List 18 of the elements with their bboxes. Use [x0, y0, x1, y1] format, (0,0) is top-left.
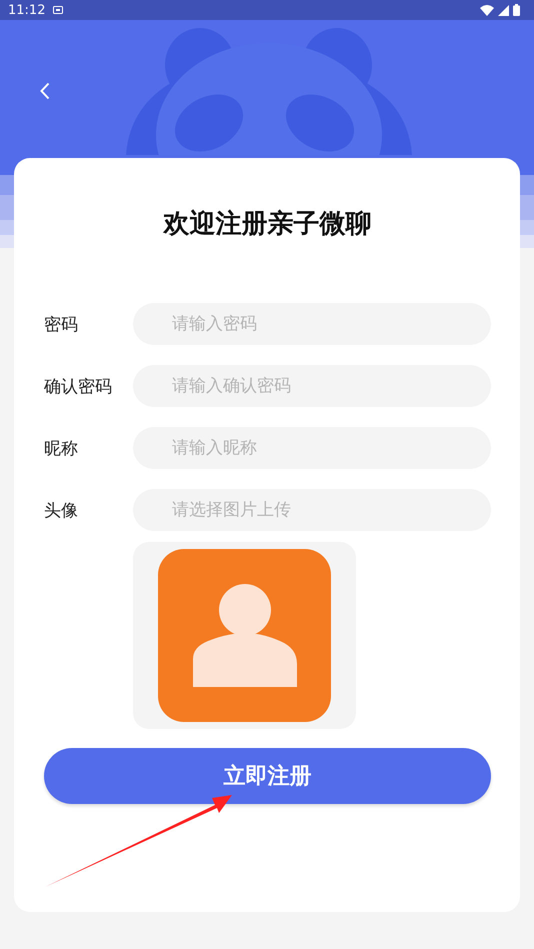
- avatar-icon: [158, 549, 331, 722]
- field-label: 头像: [44, 500, 79, 522]
- status-time: 11:12: [8, 2, 46, 18]
- input-field[interactable]: 请输入密码: [133, 303, 491, 345]
- notification-icon: [53, 6, 64, 14]
- page-title: 欢迎注册亲子微聊: [162, 208, 372, 241]
- field-label: 确认密码: [44, 376, 113, 398]
- field-label: 昵称: [44, 438, 79, 460]
- register-button[interactable]: 立即注册: [44, 748, 491, 804]
- input-field[interactable]: 请输入确认密码: [133, 365, 491, 407]
- input-field[interactable]: 请输入昵称: [133, 427, 491, 469]
- battery-icon: [513, 4, 520, 16]
- wifi-icon: [480, 4, 494, 16]
- signal-icon: [498, 4, 509, 16]
- back-icon: [40, 82, 50, 100]
- input-field[interactable]: 请选择图片上传: [133, 489, 491, 531]
- avatar-upload-area[interactable]: [133, 542, 356, 729]
- field-label: 密码: [44, 314, 79, 336]
